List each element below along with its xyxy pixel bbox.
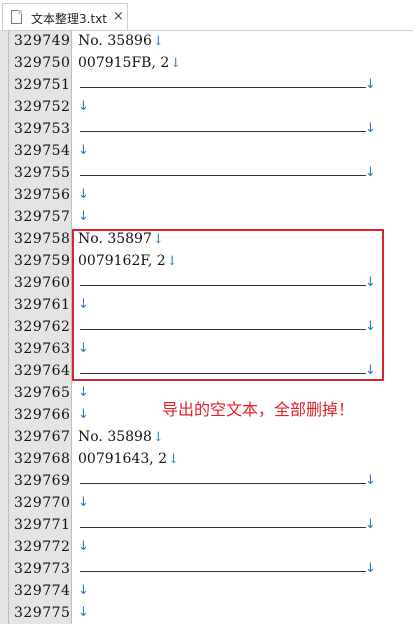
editor-line[interactable]: 329753------------------↓ <box>0 120 413 142</box>
editor-line[interactable]: 329774 ↓ <box>0 582 413 604</box>
line-text: No. 35896↓ <box>78 33 164 49</box>
line-break-icon: ↓ <box>78 385 89 400</box>
line-break-icon: ↓ <box>78 99 89 114</box>
line-number: 329775 <box>14 605 71 621</box>
annotation-text: 导出的空文本，全部删掉！ <box>162 400 355 419</box>
close-icon[interactable]: × <box>113 9 124 24</box>
line-break-icon: ↓ <box>78 539 89 554</box>
line-number: 329765 <box>14 385 71 401</box>
line-break-icon: ↓ <box>78 583 89 598</box>
line-number: 329763 <box>14 341 71 357</box>
editor-line[interactable]: 329750 007915FB, 2↓ <box>0 54 413 76</box>
highlight-box <box>72 229 384 381</box>
editor-line[interactable]: 329752 ↓ <box>0 98 413 120</box>
line-break-icon: ↓ <box>152 430 164 445</box>
line-number: 329750 <box>14 55 71 71</box>
line-number: 329772 <box>14 539 71 555</box>
line-break-icon: ↓ <box>365 165 376 180</box>
editor-line[interactable]: 329756 ↓ <box>0 186 413 208</box>
document-icon <box>11 10 22 24</box>
editor-line[interactable]: 329775 ↓ <box>0 604 413 624</box>
separator-line <box>80 483 366 484</box>
tab-file[interactable]: 文本整理3.txt × <box>2 3 128 30</box>
separator-line <box>80 571 366 572</box>
editor-line[interactable]: 329755------------------↓ <box>0 164 413 186</box>
line-number: 329773 <box>14 561 71 577</box>
line-break-icon: ↓ <box>365 121 376 136</box>
editor-line[interactable]: 329754 ↓ <box>0 142 413 164</box>
editor-line[interactable]: 329767 No. 35898↓ <box>0 428 413 450</box>
editor-line[interactable]: 329770 ↓ <box>0 494 413 516</box>
line-break-icon: ↓ <box>78 209 89 224</box>
line-break-icon: ↓ <box>78 605 89 620</box>
line-number: 329767 <box>14 429 71 445</box>
line-number: 329769 <box>14 473 71 489</box>
line-break-icon: ↓ <box>78 143 89 158</box>
line-break-icon: ↓ <box>78 495 89 510</box>
line-number: 329756 <box>14 187 71 203</box>
line-break-icon: ↓ <box>365 77 376 92</box>
line-number: 329764 <box>14 363 71 379</box>
line-number: 329774 <box>14 583 71 599</box>
line-number: 329761 <box>14 297 71 313</box>
line-number: 329771 <box>14 517 71 533</box>
line-text: No. 35898↓ <box>78 429 164 445</box>
line-number: 329759 <box>14 253 71 269</box>
line-break-icon: ↓ <box>78 407 89 422</box>
line-break-icon: ↓ <box>78 187 89 202</box>
line-break-icon: ↓ <box>365 561 376 576</box>
editor-line[interactable]: 329749 No. 35896↓ <box>0 32 413 54</box>
separator-line <box>80 175 366 176</box>
editor-line[interactable]: 329757 ↓ <box>0 208 413 230</box>
line-number: 329760 <box>14 275 71 291</box>
line-break-icon: ↓ <box>365 517 376 532</box>
line-number: 329770 <box>14 495 71 511</box>
line-text: 007915FB, 2↓ <box>78 55 182 71</box>
tab-bar: 文本整理3.txt × <box>0 0 413 31</box>
line-break-icon: ↓ <box>152 34 164 49</box>
line-number: 329752 <box>14 99 71 115</box>
line-number: 329751 <box>14 77 71 93</box>
separator-line <box>80 527 366 528</box>
separator-line <box>80 87 366 88</box>
line-number: 329758 <box>14 231 71 247</box>
line-text: 00791643, 2↓ <box>78 451 179 467</box>
editor-line[interactable]: 329751------------------↓ <box>0 76 413 98</box>
tab-title: 文本整理3.txt <box>31 12 107 26</box>
editor-line[interactable]: 329773------------------↓ <box>0 560 413 582</box>
line-number: 329754 <box>14 143 71 159</box>
line-break-icon: ↓ <box>365 473 376 488</box>
line-number: 329749 <box>14 33 71 49</box>
line-number: 329755 <box>14 165 71 181</box>
line-number: 329762 <box>14 319 71 335</box>
editor-line[interactable]: 329772 ↓ <box>0 538 413 560</box>
line-number: 329768 <box>14 451 71 467</box>
editor-line[interactable]: 329769------------------↓ <box>0 472 413 494</box>
editor-line[interactable]: 329771------------------↓ <box>0 516 413 538</box>
editor-line[interactable]: 329768 00791643, 2↓ <box>0 450 413 472</box>
line-break-icon: ↓ <box>170 56 182 71</box>
line-number: 329753 <box>14 121 71 137</box>
line-number: 329757 <box>14 209 71 225</box>
separator-line <box>80 131 366 132</box>
line-break-icon: ↓ <box>168 452 179 467</box>
line-number: 329766 <box>14 407 71 423</box>
